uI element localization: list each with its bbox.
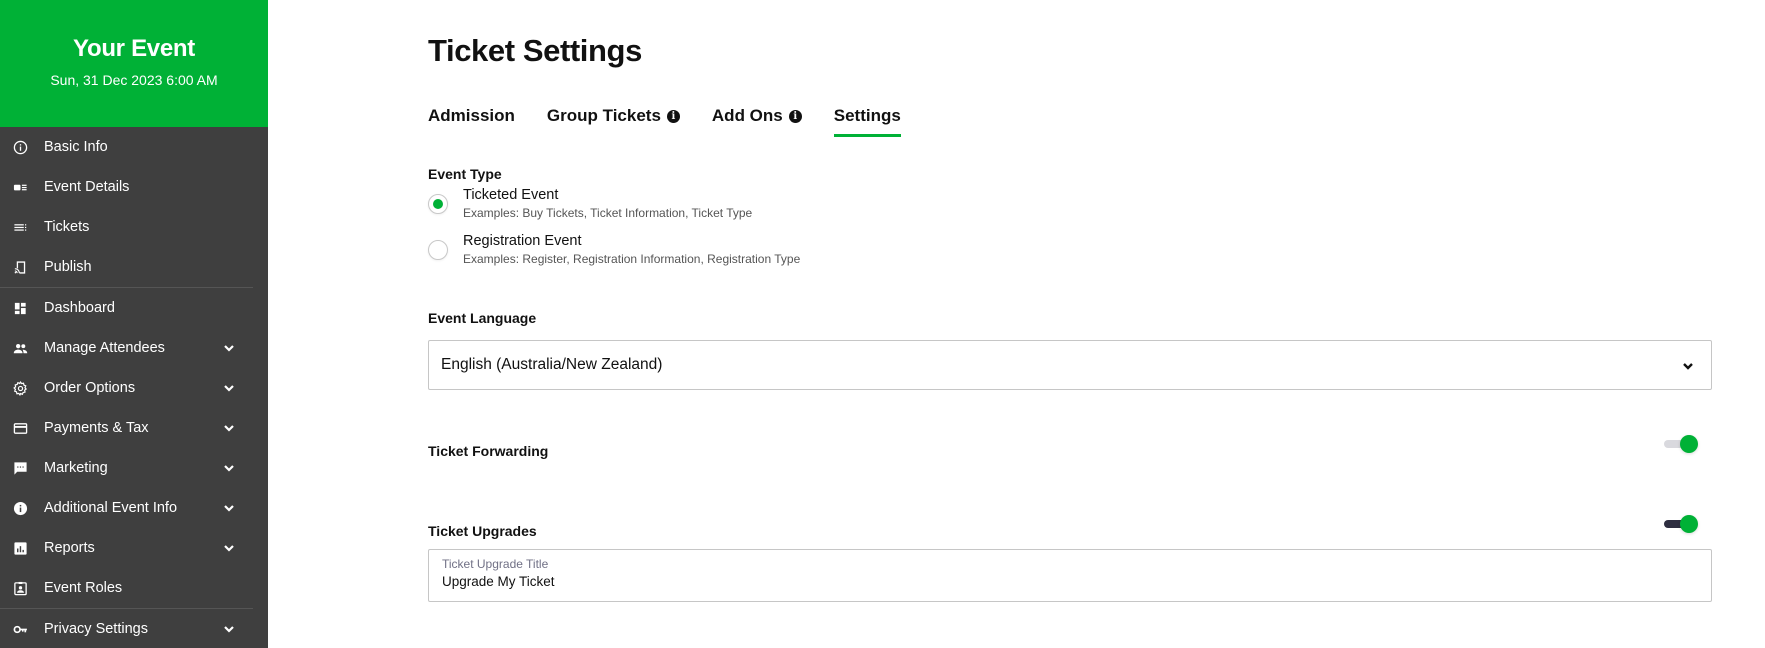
- radio-title: Registration Event: [463, 233, 582, 249]
- info-icon[interactable]: i: [788, 109, 802, 123]
- radio-subtitle: Examples: Register, Registration Informa…: [463, 252, 801, 266]
- event-type-label: Event Type: [428, 166, 502, 182]
- sidebar-item-label: Reports: [44, 540, 95, 556]
- people-icon: [12, 340, 28, 356]
- credit-card-icon: [12, 420, 28, 436]
- gear-icon: [12, 380, 28, 396]
- sidebar-item-label: Manage Attendees: [44, 340, 165, 356]
- cast-publish-icon: [12, 259, 28, 275]
- sidebar-item-label: Privacy Settings: [44, 621, 148, 637]
- bar-chart-icon: [12, 540, 28, 556]
- app-root: Your Event Sun, 31 Dec 2023 6:00 AM Basi…: [0, 0, 1765, 648]
- page-title: Ticket Settings: [428, 33, 642, 68]
- event-language-value: English (Australia/New Zealand): [441, 356, 663, 373]
- sidebar-item-label: Marketing: [44, 460, 108, 476]
- sidebar-item-label: Basic Info: [44, 139, 108, 155]
- info-filled-icon: [12, 500, 28, 516]
- tab-settings[interactable]: Settings: [833, 106, 901, 137]
- ticket-forwarding-toggle[interactable]: [1664, 433, 1700, 455]
- chevron-down-icon[interactable]: [222, 341, 236, 355]
- event-details-icon: [12, 179, 28, 195]
- event-date: Sun, 31 Dec 2023 6:00 AM: [50, 72, 218, 88]
- message-icon: [12, 460, 28, 476]
- tab-admission[interactable]: Admission: [428, 106, 515, 137]
- radio-title: Ticketed Event: [463, 187, 559, 203]
- sidebar-item-event-details[interactable]: Event Details: [0, 167, 268, 207]
- sidebar-item-order-options[interactable]: Order Options: [0, 368, 268, 408]
- radio-ticketed-event[interactable]: Ticketed Event Examples: Buy Tickets, Ti…: [428, 187, 752, 220]
- ticket-upgrade-title-field[interactable]: Ticket Upgrade Title Upgrade My Ticket: [428, 549, 1712, 602]
- sidebar-item-label: Order Options: [44, 380, 136, 396]
- sidebar-item-manage-attendees[interactable]: Manage Attendees: [0, 328, 268, 368]
- ticket-upgrade-title-input[interactable]: Upgrade My Ticket: [442, 574, 1698, 589]
- event-language-select[interactable]: English (Australia/New Zealand): [428, 340, 1712, 390]
- sidebar-item-marketing[interactable]: Marketing: [0, 448, 268, 488]
- chevron-down-icon: [1681, 359, 1695, 373]
- tab-label: Settings: [833, 106, 901, 125]
- ticket-upgrade-title-label: Ticket Upgrade Title: [442, 557, 549, 571]
- sidebar-item-privacy-settings[interactable]: Privacy Settings: [0, 609, 268, 648]
- sidebar-item-label: Dashboard: [44, 300, 115, 316]
- sidebar-item-additional-event-info[interactable]: Additional Event Info: [0, 488, 268, 528]
- sidebar-item-label: Additional Event Info: [44, 500, 178, 516]
- sidebar-item-payments-tax[interactable]: Payments & Tax: [0, 408, 268, 448]
- radio-dot: [433, 199, 443, 209]
- info-icon[interactable]: i: [666, 109, 680, 123]
- sidebar-item-event-roles[interactable]: Event Roles: [0, 568, 268, 608]
- event-language-label: Event Language: [428, 310, 537, 326]
- sidebar-item-reports[interactable]: Reports: [0, 528, 268, 568]
- event-header: Your Event Sun, 31 Dec 2023 6:00 AM: [0, 0, 268, 127]
- chevron-down-icon[interactable]: [222, 421, 236, 435]
- chevron-down-icon[interactable]: [222, 541, 236, 555]
- sidebar-item-label: Publish: [44, 259, 92, 275]
- info-outline-icon: [12, 139, 28, 155]
- dashboard-icon: [12, 300, 28, 316]
- toggle-knob: [1680, 435, 1698, 453]
- radio-button[interactable]: [428, 240, 448, 260]
- tab-label: Admission: [428, 106, 515, 125]
- ticket-upgrades-label: Ticket Upgrades: [428, 523, 537, 539]
- badge-icon: [12, 580, 28, 596]
- radio-button-selected[interactable]: [428, 194, 448, 214]
- chevron-down-icon[interactable]: [222, 501, 236, 515]
- tab-label: Add Ons: [711, 106, 783, 125]
- radio-registration-event[interactable]: Registration Event Examples: Register, R…: [428, 233, 800, 266]
- sidebar-item-label: Event Details: [44, 179, 130, 195]
- ticket-forwarding-label: Ticket Forwarding: [428, 443, 549, 459]
- chevron-down-icon[interactable]: [222, 461, 236, 475]
- event-title: Your Event: [73, 35, 195, 62]
- sidebar-item-basic-info[interactable]: Basic Info: [0, 127, 268, 167]
- sidebar-item-dashboard[interactable]: Dashboard: [0, 288, 268, 328]
- toggle-knob: [1680, 515, 1698, 533]
- chevron-down-icon[interactable]: [222, 622, 236, 636]
- tickets-list-icon: [12, 219, 28, 235]
- tab-label: Group Tickets: [546, 106, 661, 125]
- tab-group-tickets[interactable]: Group Tickets i: [547, 106, 680, 137]
- tab-bar: Admission Group Tickets i Add Ons i Sett…: [428, 106, 933, 137]
- tab-add-ons[interactable]: Add Ons i: [712, 106, 802, 137]
- sidebar-item-label: Tickets: [44, 219, 90, 235]
- sidebar-item-label: Event Roles: [44, 580, 123, 596]
- chevron-down-icon[interactable]: [222, 381, 236, 395]
- sidebar-item-label: Payments & Tax: [44, 420, 149, 436]
- sidebar-item-publish[interactable]: Publish: [0, 247, 268, 287]
- radio-subtitle: Examples: Buy Tickets, Ticket Informatio…: [463, 206, 753, 220]
- main-content: Ticket Settings Admission Group Tickets …: [268, 0, 1765, 648]
- ticket-upgrades-toggle[interactable]: [1664, 513, 1700, 535]
- sidebar-item-tickets[interactable]: Tickets: [0, 207, 268, 247]
- sidebar-nav: Basic Info Event Details Tickets Publish…: [0, 127, 268, 648]
- sidebar: Your Event Sun, 31 Dec 2023 6:00 AM Basi…: [0, 0, 268, 648]
- key-icon: [12, 621, 28, 637]
